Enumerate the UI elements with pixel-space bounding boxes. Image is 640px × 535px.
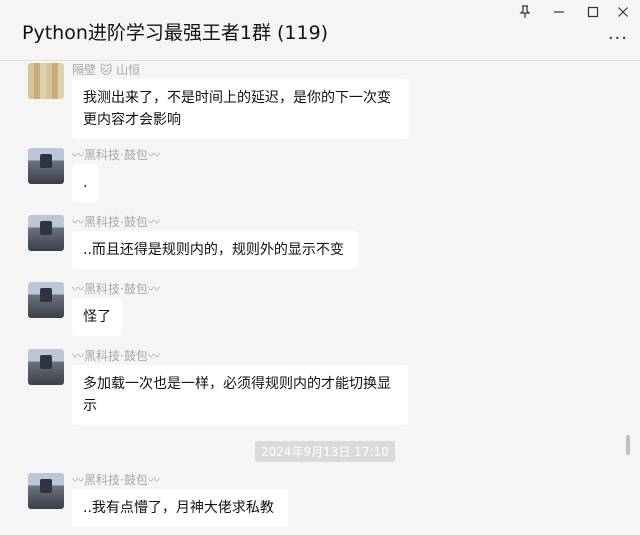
more-options-button[interactable]: ··· [608,28,628,49]
title-bar: Python进阶学习最强王者1群 (119) ··· [0,0,640,61]
avatar[interactable] [28,349,64,385]
message-text-line: 示 [83,398,97,414]
timestamp-divider: 2024年9月13日 17:10 [255,441,395,462]
chat-area: 隔壁 🐱 山恒 我测出来了，不是时间上的延迟，是你的下一次变 更内容才会影响 〰… [0,61,632,535]
avatar[interactable] [28,215,64,251]
pin-icon[interactable] [512,2,538,22]
avatar[interactable] [28,148,64,184]
maximize-icon[interactable] [580,2,606,22]
sender-name[interactable]: 〰黑科技·鼓包〰 [72,471,160,488]
message-bubble[interactable]: 我测出来了，不是时间上的延迟，是你的下一次变 更内容才会影响 [72,79,409,139]
message-bubble[interactable]: 怪了 [72,298,122,336]
close-icon[interactable] [610,2,636,22]
message-text-line: 更内容才会影响 [83,112,181,128]
sender-name[interactable]: 〰黑科技·鼓包〰 [72,213,160,230]
sender-name[interactable]: 〰黑科技·鼓包〰 [72,280,160,297]
message-text-line: 我测出来了，不是时间上的延迟，是你的下一次变 [83,90,391,106]
chat-title: Python进阶学习最强王者1群 (119) [22,22,329,44]
message-text-line: . [83,175,88,191]
message-text-line: ..而且还得是规则内的，规则外的显示不变 [83,242,344,258]
message-text-line: 怪了 [83,309,111,325]
message-text-line: ..我有点懵了，月神大佬求私教 [83,500,274,516]
sender-name[interactable]: 〰黑科技·鼓包〰 [72,347,160,364]
message-bubble[interactable]: ..而且还得是规则内的，规则外的显示不变 [72,231,358,269]
message-bubble[interactable]: 多加载一次也是一样，必须得规则内的才能切换显 示 [72,365,408,425]
message-text-line: 多加载一次也是一样，必须得规则内的才能切换显 [83,376,391,392]
sender-name[interactable]: 隔壁 🐱 山恒 [72,61,140,78]
minimize-icon[interactable] [546,2,572,22]
scrollbar-thumb[interactable] [626,435,630,455]
avatar[interactable] [28,473,64,509]
message-bubble[interactable]: . [72,164,98,202]
avatar[interactable] [28,282,64,318]
sender-name[interactable]: 〰黑科技·鼓包〰 [72,146,160,163]
message-bubble[interactable]: ..我有点懵了，月神大佬求私教 [72,489,288,527]
avatar[interactable] [28,63,64,99]
